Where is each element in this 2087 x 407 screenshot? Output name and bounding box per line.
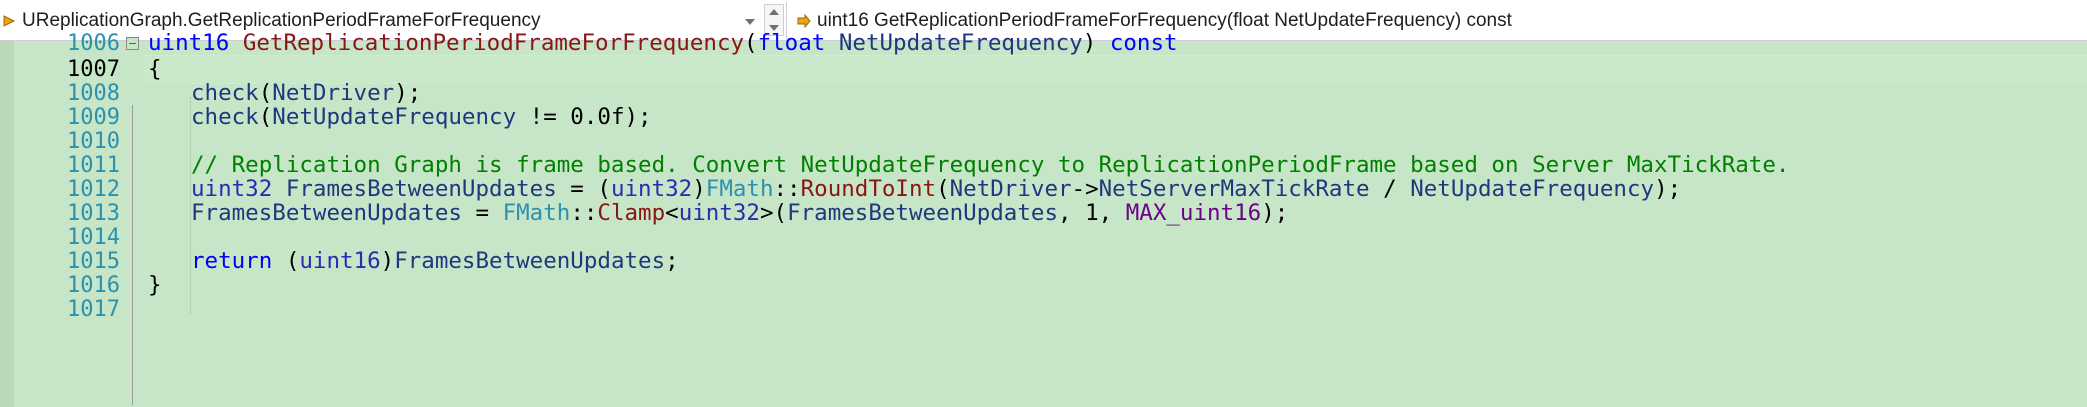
- line-number: 1017: [67, 297, 120, 322]
- collapse-icon[interactable]: [126, 37, 139, 50]
- code-line: 1017: [0, 294, 2087, 326]
- arrow-up-icon: [769, 9, 779, 15]
- method-icon: [2, 14, 16, 28]
- code-editor[interactable]: 1006 uint16 GetReplicationPeriodFrameFor…: [0, 30, 2087, 407]
- method-icon: [797, 14, 811, 28]
